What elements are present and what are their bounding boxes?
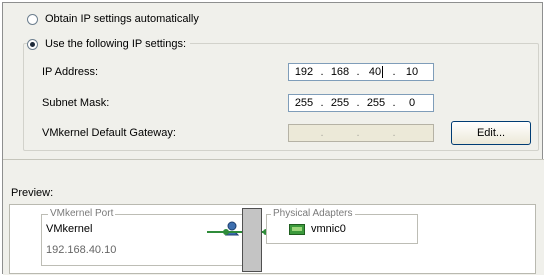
network-settings-panel: Obtain IP settings automatically Use the… xyxy=(2,2,544,275)
mask-octet-3: 255 xyxy=(366,97,386,109)
physical-adapters-group[interactable]: Physical Adapters vmnic0 xyxy=(266,208,418,244)
vmkernel-port-ip: 192.168.40.10 xyxy=(46,244,117,256)
gateway-field[interactable]: . . . xyxy=(288,124,434,142)
port-group-legend: VMkernel Port xyxy=(48,208,116,219)
subnet-mask-field[interactable]: 255 . 255 . 255 . 0 xyxy=(288,94,434,112)
octet-separator: . xyxy=(392,127,396,139)
adapter-name: vmnic0 xyxy=(311,223,346,235)
physical-nic-icon xyxy=(289,224,305,238)
mask-octet-2: 255 xyxy=(330,97,350,109)
subnet-mask-label: Subnet Mask: xyxy=(42,97,110,109)
use-following-label: Use the following IP settings: xyxy=(45,38,187,50)
text-caret xyxy=(382,66,384,79)
preview-section: Preview: VMkernel Port VMkernel 192.168.… xyxy=(3,159,544,275)
network-preview-canvas: VMkernel Port VMkernel 192.168.40.10 Phy… xyxy=(9,204,536,274)
mask-octet-1: 255 xyxy=(294,97,314,109)
ip-octet-2: 168 xyxy=(330,66,350,78)
ip-octet-1: 192 xyxy=(294,66,314,78)
octet-separator: . xyxy=(356,127,360,139)
vmkernel-port-name: VMkernel xyxy=(46,223,93,235)
ip-octet-3-value: 40 xyxy=(368,65,382,78)
mask-octet-4: 0 xyxy=(408,97,416,109)
obtain-auto-label: Obtain IP settings automatically xyxy=(45,13,199,25)
obtain-auto-radio[interactable] xyxy=(27,13,38,25)
vmkernel-port-group[interactable]: VMkernel Port VMkernel 192.168.40.10 xyxy=(41,208,257,266)
obtain-auto-option[interactable]: Obtain IP settings automatically xyxy=(27,13,199,25)
virtual-switch[interactable] xyxy=(242,208,262,272)
edit-gateway-button[interactable]: Edit... xyxy=(451,121,531,145)
preview-label: Preview: xyxy=(11,187,54,199)
use-following-radio[interactable] xyxy=(27,38,38,50)
gateway-label: VMkernel Default Gateway: xyxy=(42,127,176,139)
ip-octet-3: 40 xyxy=(361,65,391,79)
ip-octet-4: 10 xyxy=(405,66,419,78)
octet-separator: . xyxy=(320,127,324,139)
ip-address-label: IP Address: xyxy=(42,66,99,78)
link-node xyxy=(223,229,229,235)
use-following-option[interactable]: Use the following IP settings: xyxy=(27,38,191,50)
ip-address-field[interactable]: 192 . 168 . 40 . 10 xyxy=(288,63,434,81)
adapters-legend: Physical Adapters xyxy=(271,208,355,219)
